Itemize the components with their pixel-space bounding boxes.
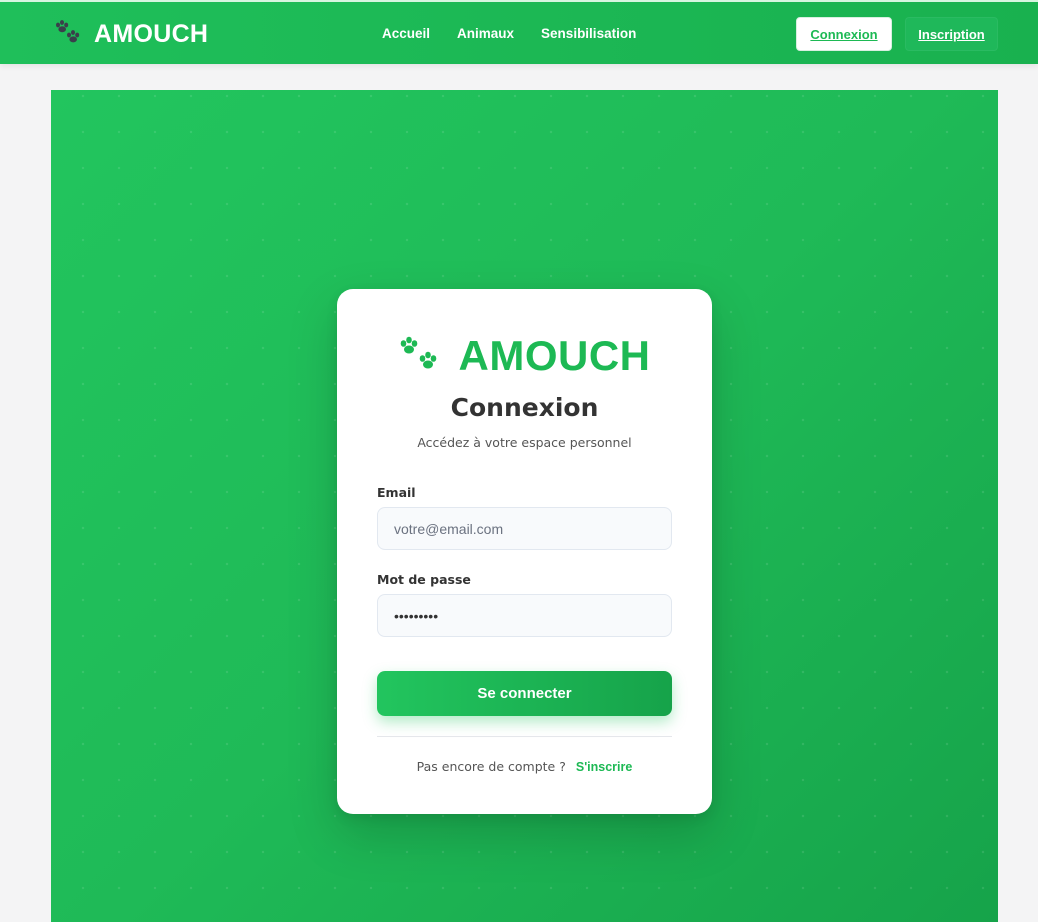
signup-button[interactable]: Inscription (905, 17, 998, 51)
top-navbar: AMOUCH Accueil Animaux Sensibilisation C… (0, 0, 1038, 64)
page-title: Connexion (450, 393, 599, 422)
nav-link-accueil[interactable]: Accueil (382, 26, 430, 41)
signup-link[interactable]: S'inscrire (576, 760, 632, 774)
main-nav: Accueil Animaux Sensibilisation (382, 26, 636, 41)
card-brand-name: AMOUCH (458, 332, 651, 379)
email-label: Email (377, 485, 416, 500)
password-input[interactable] (377, 594, 672, 637)
nav-link-animaux[interactable]: Animaux (457, 26, 514, 41)
brand-logo[interactable]: AMOUCH (54, 18, 208, 50)
paw-icon (400, 336, 436, 369)
paw-icon (56, 20, 80, 43)
submit-button[interactable]: Se connecter (377, 671, 672, 716)
nav-link-sensibilisation[interactable]: Sensibilisation (541, 26, 636, 41)
divider (377, 736, 672, 737)
login-button[interactable]: Connexion (796, 17, 892, 51)
card-brand: AMOUCH (337, 331, 712, 381)
login-card: AMOUCH Connexion Accédez à votre espace … (337, 289, 712, 814)
brand-name: AMOUCH (94, 19, 209, 48)
password-label: Mot de passe (377, 572, 471, 587)
signup-prompt: Pas encore de compte ? S'inscrire (337, 759, 712, 774)
email-input[interactable] (377, 507, 672, 550)
signup-prompt-text: Pas encore de compte ? (416, 759, 566, 774)
page-subtitle: Accédez à votre espace personnel (417, 435, 632, 450)
